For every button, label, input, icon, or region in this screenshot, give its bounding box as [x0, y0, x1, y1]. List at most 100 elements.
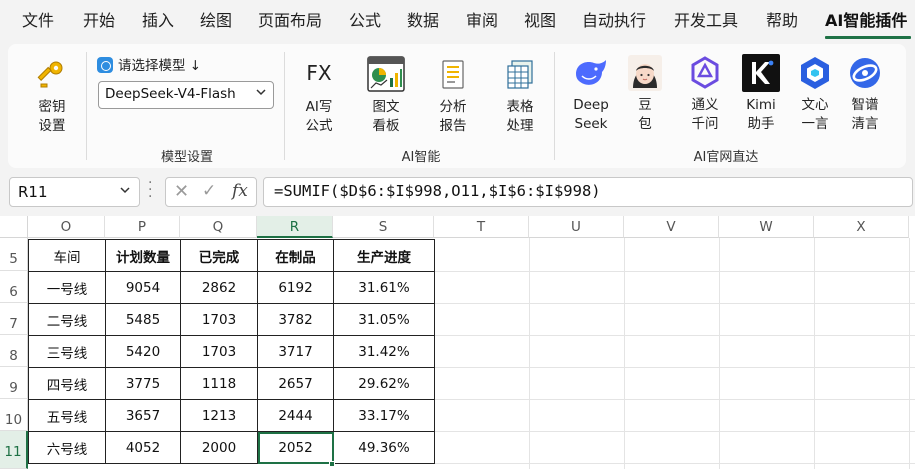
active-cell[interactable]: 2052	[257, 431, 334, 464]
analysis-report-button[interactable]: 分析 报告	[425, 58, 481, 136]
cell[interactable]: 29.62%	[333, 367, 435, 400]
formula-actions: ✕ ✓ fx	[165, 177, 257, 207]
cancel-icon[interactable]: ✕	[174, 181, 189, 202]
column-header[interactable]: T	[434, 216, 529, 238]
row-header-selected[interactable]: 11	[0, 431, 28, 469]
column-header[interactable]: O	[28, 216, 105, 238]
cell[interactable]: 3657	[105, 399, 181, 432]
column-header[interactable]: U	[529, 216, 624, 238]
cell[interactable]: 49.36%	[333, 431, 435, 464]
cell[interactable]: 33.17%	[333, 399, 435, 432]
menu-ai-plugin[interactable]: AI智能插件	[825, 10, 907, 32]
fill-handle[interactable]	[329, 461, 335, 467]
menu-formulas[interactable]: 公式	[349, 10, 381, 32]
header-cell[interactable]: 生产进度	[333, 239, 435, 272]
cell[interactable]: 3717	[257, 335, 334, 368]
column-header[interactable]: W	[719, 216, 814, 238]
row-header[interactable]: 10	[0, 399, 28, 431]
row-header[interactable]: 9	[0, 367, 28, 399]
chart-board-label: 图文 看板	[372, 99, 400, 134]
kimi-button[interactable]: Kimi 助手	[735, 54, 787, 134]
cell[interactable]: 3775	[105, 367, 181, 400]
menu-automate[interactable]: 自动执行	[582, 10, 646, 32]
group-label-model: 模型设置	[160, 150, 213, 165]
zhipu-button[interactable]: 智谱 清言	[840, 54, 890, 134]
tongyi-button[interactable]: 通义 千问	[680, 54, 730, 134]
kimi-icon	[742, 54, 780, 92]
formula-input[interactable]: =SUMIF($D$6:$I$998,O11,$I$6:$I$998)	[263, 177, 913, 207]
cell[interactable]: 2862	[180, 271, 258, 304]
header-cell[interactable]: 计划数量	[105, 239, 181, 272]
menu-draw[interactable]: 绘图	[200, 10, 232, 32]
header-cell[interactable]: 已完成	[180, 239, 258, 272]
doubao-button[interactable]: 豆 包	[623, 54, 667, 134]
menu-file[interactable]: 文件	[22, 10, 54, 32]
cell[interactable]: 3782	[257, 303, 334, 336]
cell[interactable]: 1213	[180, 399, 258, 432]
column-header[interactable]: X	[814, 216, 909, 238]
chart-board-button[interactable]: 图文 看板	[358, 54, 414, 136]
deepseek-label: Deep Seek	[573, 97, 609, 132]
menu-view[interactable]: 视图	[524, 10, 556, 32]
more-options-icon[interactable]: · · ·	[148, 176, 152, 204]
menu-insert[interactable]: 插入	[142, 10, 174, 32]
column-header[interactable]: Q	[180, 216, 257, 238]
group-separator	[86, 52, 87, 160]
cell[interactable]: 1703	[180, 303, 258, 336]
row-header[interactable]: 6	[0, 271, 28, 303]
ai-formula-label: AI写 公式	[305, 99, 333, 134]
check-icon[interactable]: ✓	[202, 181, 216, 201]
active-tab-indicator	[825, 36, 911, 39]
table-process-label: 表格 处理	[506, 99, 534, 134]
cell[interactable]: 2444	[257, 399, 334, 432]
menu-help[interactable]: 帮助	[766, 10, 798, 32]
cell[interactable]: 9054	[105, 271, 181, 304]
row-header[interactable]: 8	[0, 335, 28, 367]
header-cell[interactable]: 车间	[28, 239, 106, 272]
menu-review[interactable]: 审阅	[466, 10, 498, 32]
column-header[interactable]: P	[105, 216, 180, 238]
cell[interactable]: 六号线	[28, 431, 106, 464]
cell[interactable]: 31.61%	[333, 271, 435, 304]
group-label-sites: AI官网直达	[693, 150, 759, 165]
cell[interactable]: 6192	[257, 271, 334, 304]
cell[interactable]: 5485	[105, 303, 181, 336]
header-cell[interactable]: 在制品	[257, 239, 334, 272]
cell[interactable]: 2657	[257, 367, 334, 400]
ai-formula-button[interactable]: FX AI写 公式	[291, 58, 347, 136]
table-process-button[interactable]: 表格 处理	[492, 58, 548, 136]
cell[interactable]: 二号线	[28, 303, 106, 336]
model-select[interactable]: DeepSeek-V4-Flash	[98, 81, 274, 109]
menu-developer[interactable]: 开发工具	[674, 10, 738, 32]
model-prompt: 请选择模型 ↓	[97, 54, 201, 74]
deepseek-button[interactable]: Deep Seek	[566, 54, 616, 134]
cell[interactable]: 一号线	[28, 271, 106, 304]
column-header[interactable]: V	[624, 216, 719, 238]
table-header-row: 车间 计划数量 已完成 在制品 生产进度	[28, 239, 435, 272]
column-header[interactable]: S	[333, 216, 434, 238]
key-settings-button[interactable]: 密钥 设置	[26, 58, 78, 136]
doubao-label: 豆 包	[638, 97, 652, 132]
row-header[interactable]: 7	[0, 303, 28, 335]
cell[interactable]: 四号线	[28, 367, 106, 400]
cell[interactable]: 三号线	[28, 335, 106, 368]
cell[interactable]: 31.05%	[333, 303, 435, 336]
cell[interactable]: 五号线	[28, 399, 106, 432]
cell[interactable]: 5420	[105, 335, 181, 368]
cell[interactable]: 1703	[180, 335, 258, 368]
select-all-corner[interactable]	[0, 216, 28, 238]
cell[interactable]: 1118	[180, 367, 258, 400]
name-box-value: R11	[18, 183, 48, 201]
column-header-selected[interactable]: R	[257, 216, 333, 238]
menu-home[interactable]: 开始	[83, 10, 115, 32]
table-row: 四号线 3775 1118 2657 29.62%	[28, 367, 435, 400]
menu-data[interactable]: 数据	[407, 10, 439, 32]
cell[interactable]: 2000	[180, 431, 258, 464]
cell[interactable]: 31.42%	[333, 335, 435, 368]
cell[interactable]: 4052	[105, 431, 181, 464]
name-box[interactable]: R11	[9, 177, 140, 207]
row-header[interactable]: 5	[0, 238, 28, 271]
menu-page-layout[interactable]: 页面布局	[258, 10, 322, 32]
wenxin-button[interactable]: 文心 一言	[790, 54, 840, 134]
insert-function-icon[interactable]: fx	[232, 181, 248, 201]
